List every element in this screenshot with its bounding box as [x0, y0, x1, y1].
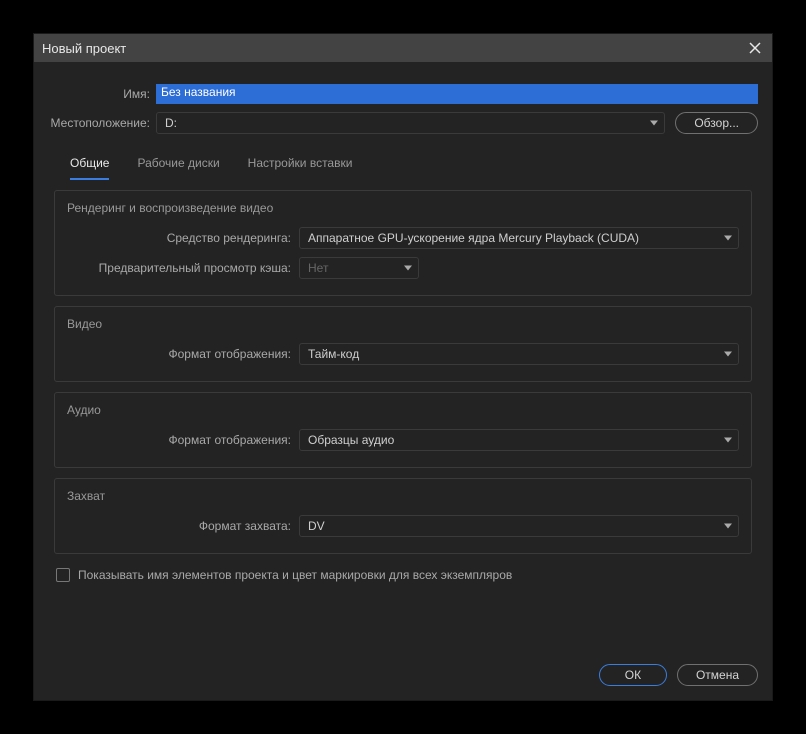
location-value: D:	[165, 116, 177, 130]
capture-format-select[interactable]: DV	[299, 515, 739, 537]
group-video-title: Видео	[67, 317, 739, 331]
capture-format-label: Формат захвата:	[67, 519, 299, 533]
chevron-down-icon	[650, 121, 658, 126]
video-format-value: Тайм-код	[308, 347, 359, 361]
renderer-value: Аппаратное GPU-ускорение ядра Mercury Pl…	[308, 231, 639, 245]
renderer-select[interactable]: Аппаратное GPU-ускорение ядра Mercury Pl…	[299, 227, 739, 249]
name-label: Имя:	[48, 87, 156, 101]
display-names-row: Показывать имя элементов проекта и цвет …	[56, 568, 750, 582]
group-rendering-title: Рендеринг и воспроизведение видео	[67, 201, 739, 215]
preview-cache-select: Нет	[299, 257, 419, 279]
tab-general[interactable]: Общие	[70, 156, 109, 180]
audio-format-field: Формат отображения: Образцы аудио	[67, 429, 739, 451]
tab-ingest-settings[interactable]: Настройки вставки	[248, 156, 353, 180]
location-select[interactable]: D:	[156, 112, 665, 134]
tab-scratch-disks[interactable]: Рабочие диски	[137, 156, 219, 180]
audio-format-value: Образцы аудио	[308, 433, 394, 447]
tabs: Общие Рабочие диски Настройки вставки	[70, 156, 758, 180]
group-audio-title: Аудио	[67, 403, 739, 417]
location-label: Местоположение:	[48, 116, 156, 130]
group-audio: Аудио Формат отображения: Образцы аудио	[54, 392, 752, 468]
name-input[interactable]: Без названия	[156, 84, 758, 104]
dialog-title: Новый проект	[42, 41, 746, 56]
cancel-button[interactable]: Отмена	[677, 664, 758, 686]
renderer-label: Средство рендеринга:	[67, 231, 299, 245]
video-format-field: Формат отображения: Тайм-код	[67, 343, 739, 365]
audio-format-select[interactable]: Образцы аудио	[299, 429, 739, 451]
close-icon[interactable]	[746, 39, 764, 57]
display-names-label: Показывать имя элементов проекта и цвет …	[78, 568, 512, 582]
chevron-down-icon	[724, 438, 732, 443]
video-format-select[interactable]: Тайм-код	[299, 343, 739, 365]
location-row: Местоположение: D: Обзор...	[48, 112, 758, 134]
capture-format-field: Формат захвата: DV	[67, 515, 739, 537]
dialog-content: Имя: Без названия Местоположение: D: Обз…	[34, 62, 772, 648]
group-video: Видео Формат отображения: Тайм-код	[54, 306, 752, 382]
ok-button[interactable]: ОК	[599, 664, 667, 686]
group-rendering: Рендеринг и воспроизведение видео Средст…	[54, 190, 752, 296]
titlebar: Новый проект	[34, 34, 772, 62]
preview-cache-value: Нет	[308, 261, 328, 275]
video-format-label: Формат отображения:	[67, 347, 299, 361]
chevron-down-icon	[724, 352, 732, 357]
audio-format-label: Формат отображения:	[67, 433, 299, 447]
dialog-footer: ОК Отмена	[34, 648, 772, 700]
group-capture: Захват Формат захвата: DV	[54, 478, 752, 554]
chevron-down-icon	[724, 236, 732, 241]
new-project-dialog: Новый проект Имя: Без названия Местополо…	[33, 33, 773, 701]
renderer-field: Средство рендеринга: Аппаратное GPU-уско…	[67, 227, 739, 249]
chevron-down-icon	[404, 266, 412, 271]
display-names-checkbox[interactable]	[56, 568, 70, 582]
preview-cache-field: Предварительный просмотр кэша: Нет	[67, 257, 739, 279]
capture-format-value: DV	[308, 519, 325, 533]
group-capture-title: Захват	[67, 489, 739, 503]
preview-cache-label: Предварительный просмотр кэша:	[67, 261, 299, 275]
browse-button[interactable]: Обзор...	[675, 112, 758, 134]
chevron-down-icon	[724, 524, 732, 529]
name-row: Имя: Без названия	[48, 84, 758, 104]
